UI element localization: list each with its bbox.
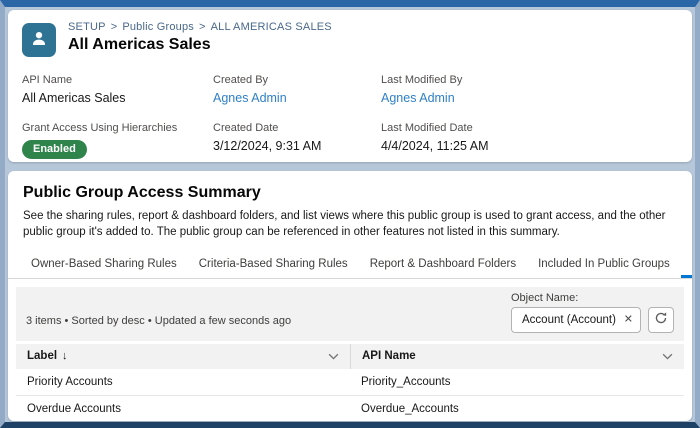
object-name-label: Object Name: — [511, 292, 674, 304]
field-label: Created Date — [213, 122, 381, 134]
field-api-name: API Name All Americas Sales — [22, 74, 213, 105]
breadcrumb-separator: > — [199, 21, 206, 33]
table-row: Priority Accounts Priority_Accounts — [16, 369, 684, 396]
detail-fields: API Name All Americas Sales Created By A… — [22, 74, 678, 159]
breadcrumb: SETUP > Public Groups > ALL AMERICAS SAL… — [68, 21, 332, 33]
breadcrumb-public-groups[interactable]: Public Groups — [122, 21, 194, 33]
field-grant-access: Grant Access Using Hierarchies Enabled — [22, 122, 213, 159]
list-views-table: Label ↓ API Name Priority Accounts Prior… — [16, 344, 684, 421]
header-text: SETUP > Public Groups > ALL AMERICAS SAL… — [68, 21, 332, 54]
sort-desc-arrow: ↓ — [62, 350, 68, 362]
list-status-text: 3 items • Sorted by desc • Updated a few… — [26, 315, 291, 333]
label-cell: Overdue Accounts — [16, 403, 350, 415]
field-value: All Americas Sales — [22, 91, 213, 105]
enabled-badge: Enabled — [22, 140, 87, 159]
column-title: API Name — [362, 350, 416, 362]
chevron-down-icon[interactable] — [328, 353, 339, 360]
refresh-icon — [654, 311, 668, 328]
field-last-modified-by: Last Modified By Agnes Admin — [381, 74, 678, 105]
created-by-link[interactable]: Agnes Admin — [213, 91, 381, 105]
field-value: 3/12/2024, 9:31 AM — [213, 139, 381, 153]
tab-owner-based-sharing-rules[interactable]: Owner-Based Sharing Rules — [20, 250, 188, 278]
api-name-cell: Overdue_Accounts — [350, 403, 684, 415]
field-label: Last Modified By — [381, 74, 678, 86]
refresh-button[interactable] — [648, 307, 674, 333]
list-toolbar: 3 items • Sorted by desc • Updated a few… — [16, 287, 684, 341]
column-title: Label — [27, 350, 57, 362]
summary-description: See the sharing rules, report & dashboar… — [23, 208, 677, 241]
page-title: All Americas Sales — [68, 36, 332, 54]
breadcrumb-current: ALL AMERICAS SALES — [211, 21, 332, 33]
group-detail-card: SETUP > Public Groups > ALL AMERICAS SAL… — [8, 10, 692, 162]
field-label: Created By — [213, 74, 381, 86]
table-header-row: Label ↓ API Name — [16, 344, 684, 369]
breadcrumb-setup[interactable]: SETUP — [68, 21, 106, 33]
column-header-api-name[interactable]: API Name — [350, 344, 684, 369]
summary-title: Public Group Access Summary — [23, 184, 677, 202]
object-name-input[interactable] — [511, 307, 641, 333]
access-summary-card: Public Group Access Summary See the shar… — [8, 171, 692, 421]
field-label: Grant Access Using Hierarchies — [22, 122, 213, 134]
tab-list-views[interactable]: List Views — [681, 250, 692, 278]
field-created-date: Created Date 3/12/2024, 9:31 AM — [213, 122, 381, 159]
api-name-cell: Priority_Accounts — [350, 376, 684, 388]
user-icon — [29, 28, 49, 53]
column-header-label[interactable]: Label ↓ — [16, 344, 350, 369]
table-row: Overdue Accounts Overdue_Accounts — [16, 396, 684, 421]
last-modified-by-link[interactable]: Agnes Admin — [381, 91, 678, 105]
tab-included-in-public-groups[interactable]: Included In Public Groups — [527, 250, 681, 278]
field-label: Last Modified Date — [381, 122, 678, 134]
field-label: API Name — [22, 74, 213, 86]
header-row: SETUP > Public Groups > ALL AMERICAS SAL… — [22, 21, 678, 57]
breadcrumb-separator: > — [111, 21, 118, 33]
object-filter: Object Name: ✕ — [511, 292, 674, 333]
label-cell: Priority Accounts — [16, 376, 350, 388]
field-created-by: Created By Agnes Admin — [213, 74, 381, 105]
field-value: 4/4/2024, 11:25 AM — [381, 139, 678, 153]
public-group-icon — [22, 23, 56, 57]
clear-icon[interactable]: ✕ — [624, 314, 633, 325]
tab-bar: Owner-Based Sharing Rules Criteria-Based… — [8, 250, 692, 279]
tab-report-dashboard-folders[interactable]: Report & Dashboard Folders — [359, 250, 527, 278]
chevron-down-icon[interactable] — [662, 353, 673, 360]
field-last-modified-date: Last Modified Date 4/4/2024, 11:25 AM — [381, 122, 678, 159]
tab-criteria-based-sharing-rules[interactable]: Criteria-Based Sharing Rules — [188, 250, 359, 278]
